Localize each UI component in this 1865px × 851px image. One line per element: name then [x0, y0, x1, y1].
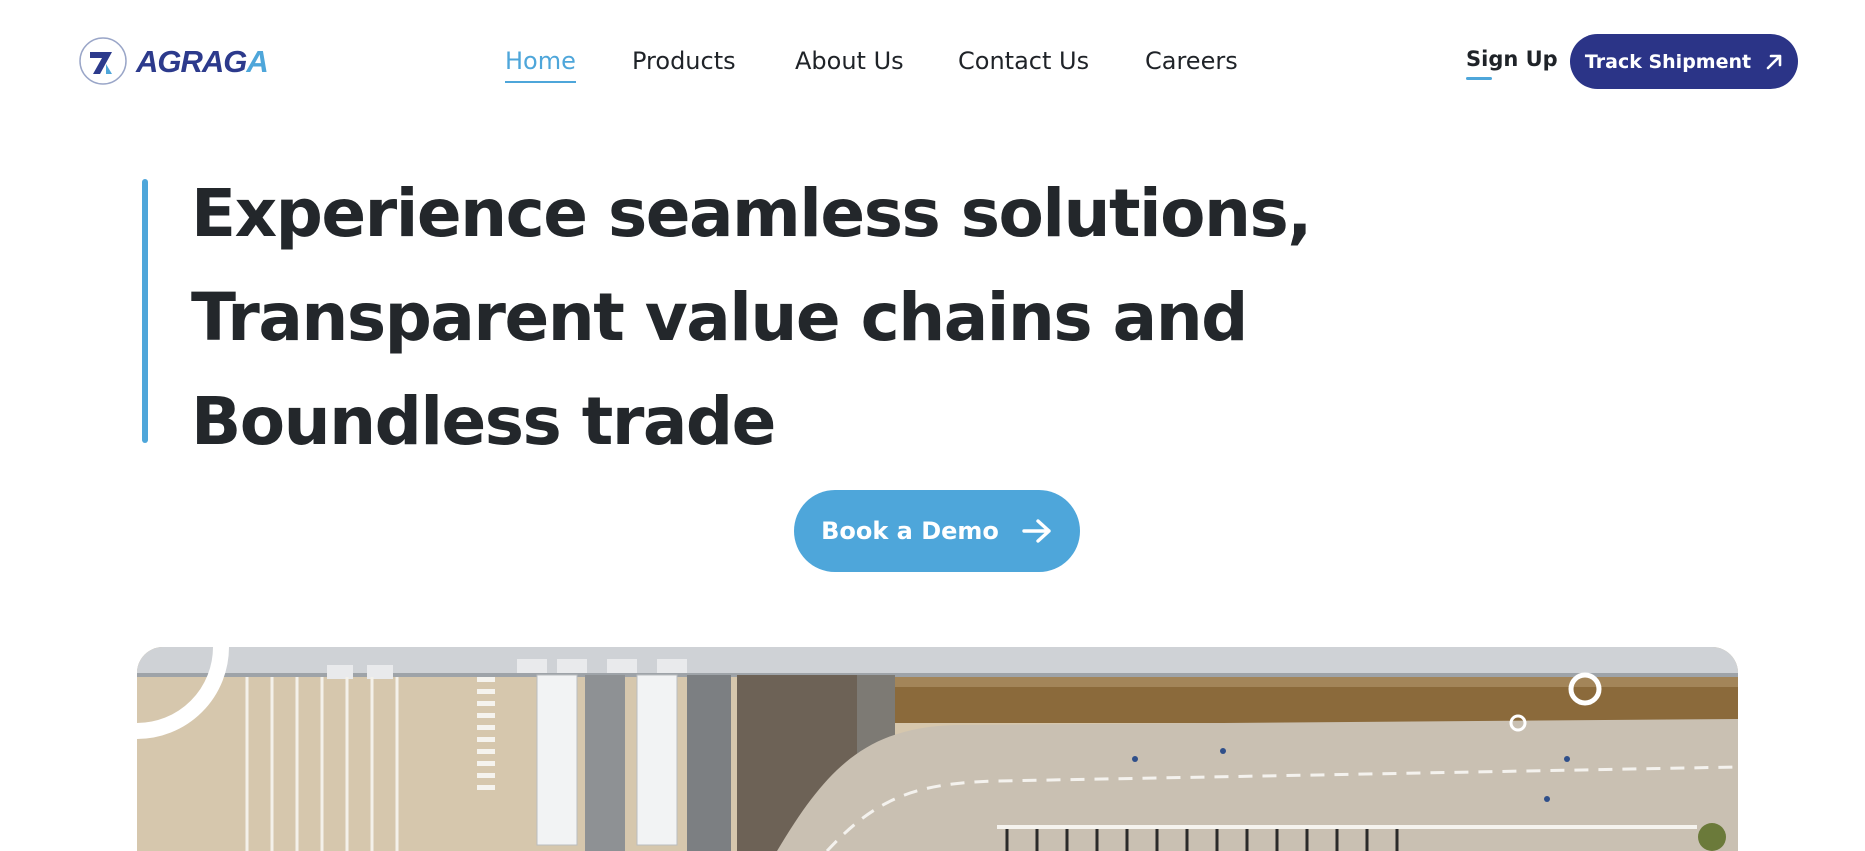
hero-line-1: Experience seamless solutions,	[191, 175, 1312, 252]
brand-wordmark: AGRAGA	[136, 43, 269, 79]
site-header: AGRAGA Home Products About Us Contact Us…	[0, 0, 1865, 120]
book-demo-button[interactable]: Book a Demo	[794, 490, 1080, 572]
logo-mark-icon	[79, 37, 127, 85]
hero-line-2: Transparent value chains and	[191, 279, 1248, 356]
sign-up-link[interactable]: Sign Up	[1466, 44, 1558, 74]
hero-aerial-image	[137, 647, 1738, 851]
brand-name-main: AGRAG	[136, 43, 247, 79]
brand-logo[interactable]: AGRAGA	[78, 34, 269, 88]
track-shipment-label: Track Shipment	[1584, 50, 1752, 73]
hero-heading: Experience seamless solutions, Transpare…	[191, 162, 1312, 474]
arrow-up-right-icon	[1766, 54, 1782, 69]
sign-up-underline	[1466, 77, 1492, 80]
aerial-warehouse-illustration	[137, 647, 1738, 851]
nav-item-products[interactable]: Products	[632, 44, 736, 78]
book-demo-label: Book a Demo	[821, 517, 999, 545]
arrow-right-icon	[1022, 519, 1051, 543]
hero-line-3: Boundless trade	[191, 383, 776, 460]
track-shipment-button[interactable]: Track Shipment	[1570, 34, 1798, 89]
nav-item-careers[interactable]: Careers	[1145, 44, 1238, 78]
nav-item-home[interactable]: Home	[505, 44, 576, 83]
nav-item-about-us[interactable]: About Us	[795, 44, 904, 78]
hero-accent-bar	[142, 179, 148, 443]
nav-item-contact-us[interactable]: Contact Us	[958, 44, 1089, 78]
brand-name-tail: A	[246, 43, 268, 79]
